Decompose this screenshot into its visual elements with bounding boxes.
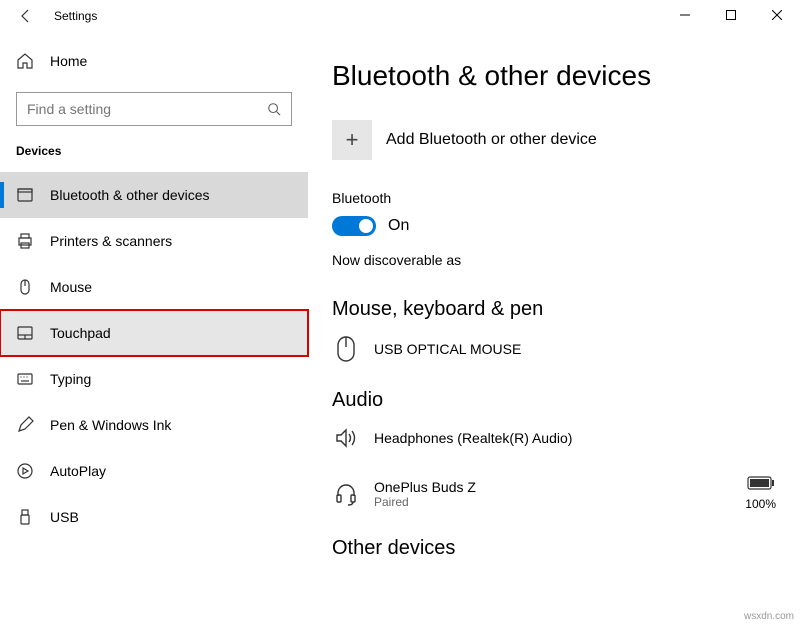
sidebar-item-usb[interactable]: USB xyxy=(0,494,308,540)
touchpad-icon xyxy=(16,324,34,342)
bluetooth-toggle[interactable] xyxy=(332,216,376,236)
sidebar-item-label: Touchpad xyxy=(50,325,111,341)
main-content: Bluetooth & other devices + Add Bluetoot… xyxy=(308,32,800,626)
minimize-button[interactable] xyxy=(662,0,708,30)
maximize-button[interactable] xyxy=(708,0,754,30)
add-device-button[interactable]: + Add Bluetooth or other device xyxy=(332,120,776,160)
section-mouse-keyboard: Mouse, keyboard & pen xyxy=(332,298,776,321)
sidebar-item-mouse[interactable]: Mouse xyxy=(0,264,308,310)
battery-percent: 100% xyxy=(745,497,776,511)
device-row[interactable]: Headphones (Realtek(R) Audio) xyxy=(332,426,776,450)
device-row[interactable]: USB OPTICAL MOUSE xyxy=(332,335,776,363)
sidebar-item-touchpad[interactable]: Touchpad xyxy=(0,310,308,356)
sidebar-item-label: Pen & Windows Ink xyxy=(50,417,171,433)
back-button[interactable] xyxy=(14,8,38,24)
headset-icon xyxy=(332,482,360,506)
sidebar-home[interactable]: Home xyxy=(0,38,308,84)
battery-icon xyxy=(747,476,775,490)
sidebar-item-label: Mouse xyxy=(50,279,92,295)
sidebar-item-bluetooth[interactable]: Bluetooth & other devices xyxy=(0,172,308,218)
sidebar-item-printers[interactable]: Printers & scanners xyxy=(0,218,308,264)
device-status: Paired xyxy=(374,495,476,509)
section-audio: Audio xyxy=(332,389,776,412)
usb-icon xyxy=(16,508,34,526)
bluetooth-label: Bluetooth xyxy=(332,190,776,206)
sidebar-home-label: Home xyxy=(50,53,87,69)
sidebar-item-label: Printers & scanners xyxy=(50,233,172,249)
sidebar-item-autoplay[interactable]: AutoPlay xyxy=(0,448,308,494)
battery-indicator: 100% xyxy=(745,476,776,511)
page-title: Bluetooth & other devices xyxy=(332,60,776,92)
sidebar-item-pen[interactable]: Pen & Windows Ink xyxy=(0,402,308,448)
window-title: Settings xyxy=(54,9,97,23)
sidebar-item-typing[interactable]: Typing xyxy=(0,356,308,402)
search-icon xyxy=(267,102,281,116)
keyboard-icon xyxy=(16,370,34,388)
autoplay-icon xyxy=(16,462,34,480)
discoverable-text: Now discoverable as xyxy=(332,252,776,268)
plus-icon: + xyxy=(332,120,372,160)
bluetooth-devices-icon xyxy=(16,186,34,204)
sidebar-item-label: Bluetooth & other devices xyxy=(50,187,210,203)
add-device-label: Add Bluetooth or other device xyxy=(386,131,597,149)
sidebar-category: Devices xyxy=(0,138,308,172)
device-name: OnePlus Buds Z xyxy=(374,479,476,495)
printer-icon xyxy=(16,232,34,250)
mouse-icon xyxy=(332,335,360,363)
device-name: USB OPTICAL MOUSE xyxy=(374,341,521,357)
watermark: wsxdn.com xyxy=(744,611,794,622)
search-input[interactable] xyxy=(16,92,292,126)
speaker-icon xyxy=(332,426,360,450)
sidebar-item-label: AutoPlay xyxy=(50,463,106,479)
device-row[interactable]: OnePlus Buds Z Paired 100% xyxy=(332,476,776,511)
sidebar-item-label: USB xyxy=(50,509,79,525)
home-icon xyxy=(16,52,34,70)
section-other: Other devices xyxy=(332,537,776,560)
sidebar: Home Devices Bluetooth & other devices P… xyxy=(0,32,308,626)
toggle-state: On xyxy=(388,217,409,235)
mouse-icon xyxy=(16,278,34,296)
device-name: Headphones (Realtek(R) Audio) xyxy=(374,430,572,446)
pen-icon xyxy=(16,416,34,434)
close-button[interactable] xyxy=(754,0,800,30)
sidebar-item-label: Typing xyxy=(50,371,91,387)
